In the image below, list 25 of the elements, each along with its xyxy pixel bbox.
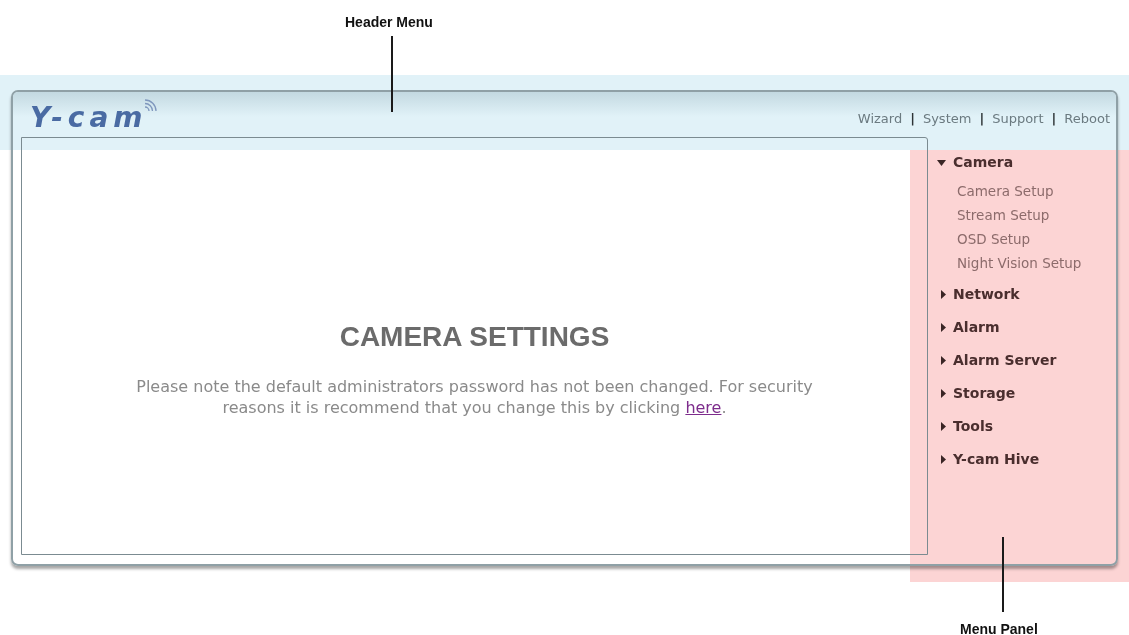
menu-item[interactable]: Storage xyxy=(937,377,1116,410)
link-separator: | xyxy=(979,111,985,127)
header-link[interactable]: Support xyxy=(992,111,1044,127)
header-link[interactable]: Wizard xyxy=(857,111,903,127)
page-title: CAMERA SETTINGS xyxy=(339,321,610,353)
submenu-item[interactable]: Night Vision Setup xyxy=(957,251,1116,275)
menu-item[interactable]: Network xyxy=(937,278,1116,311)
submenu-item[interactable]: OSD Setup xyxy=(957,227,1116,251)
menu-item[interactable]: Alarm Server xyxy=(937,344,1116,377)
submenu-item[interactable]: Stream Setup xyxy=(957,203,1116,227)
logo-text: Y-cam xyxy=(30,103,148,132)
link-separator: | xyxy=(910,111,915,127)
signal-arcs-icon xyxy=(144,98,158,112)
annotation-label: Header Menu xyxy=(345,14,433,30)
menu-item[interactable]: Y-cam Hive xyxy=(937,443,1116,476)
notice-text: Please note the default administrators password has not been changed. For security reasons it is recommend that you change this by clicking here. xyxy=(135,376,814,418)
link-separator: | xyxy=(1051,111,1057,127)
menu-item[interactable]: Tools xyxy=(937,410,1116,443)
change-password-link[interactable]: here xyxy=(685,398,722,417)
submenu-item[interactable]: Camera Setup xyxy=(957,179,1116,203)
header-link[interactable]: System xyxy=(922,111,972,127)
menu-item[interactable]: Alarm xyxy=(937,311,1116,344)
header-link[interactable]: Reboot xyxy=(1064,111,1110,127)
annotation-label: Menu Panel xyxy=(960,621,1038,635)
menu-item[interactable]: Camera xyxy=(937,146,1116,179)
